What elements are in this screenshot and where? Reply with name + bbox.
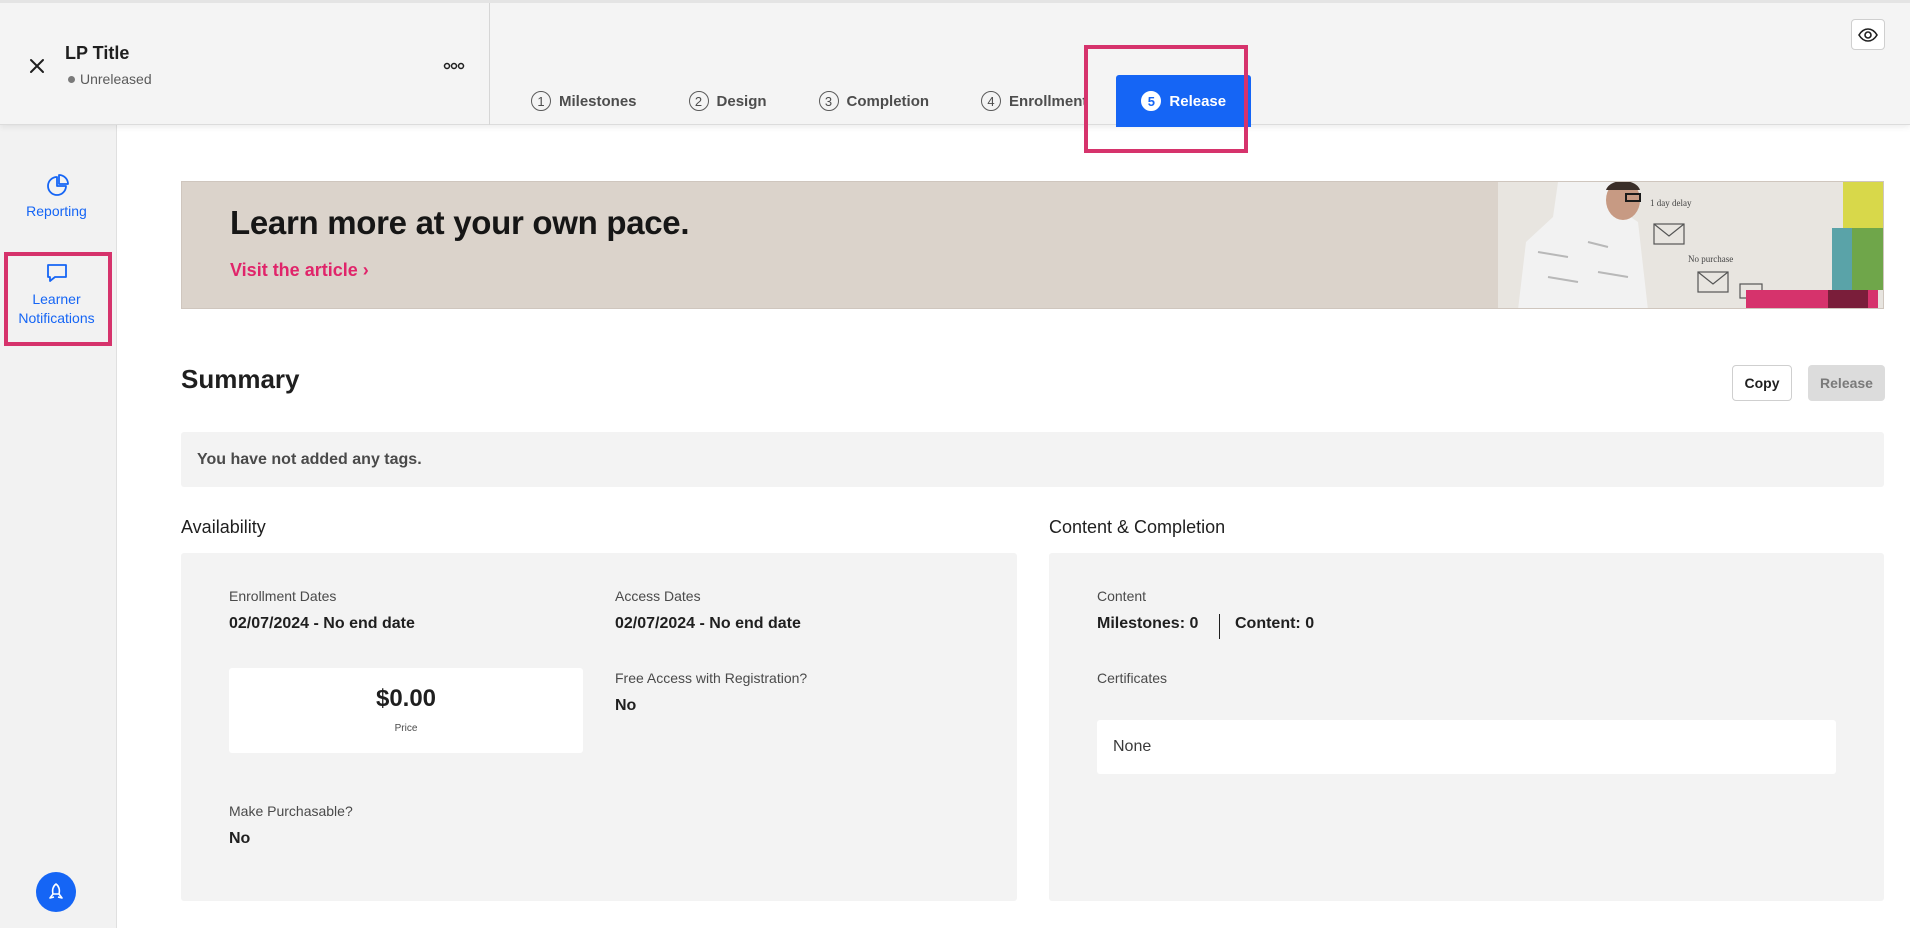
sidebar: Reporting Learner Notifications xyxy=(0,125,117,928)
copy-button[interactable]: Copy xyxy=(1732,365,1792,401)
content-completion-heading: Content & Completion xyxy=(1049,517,1226,537)
status-indicator: Unreleased xyxy=(68,71,152,87)
sidebar-item-label: Reporting xyxy=(26,203,87,219)
page-title: LP Title xyxy=(65,43,130,63)
enrollment-dates-label: Enrollment Dates xyxy=(229,588,337,604)
make-purchasable-value: No xyxy=(229,830,251,847)
content-count: Content: 0 xyxy=(1235,615,1315,632)
help-launcher-button[interactable] xyxy=(36,872,76,912)
banner-headline: Learn more at your own pace. xyxy=(230,204,690,241)
price-label: Price xyxy=(394,723,418,734)
top-header: LP Title Unreleased 1 Milestones 2 Desig… xyxy=(0,0,1910,127)
certificates-value: None xyxy=(1097,720,1836,774)
more-options-button[interactable] xyxy=(443,59,465,71)
step-number-5: 5 xyxy=(1141,91,1162,111)
banner-illustration: 1 day delay No purchase xyxy=(1498,182,1883,308)
step-tabs: 1 Milestones 2 Design 3 Completion 4 Enr… xyxy=(530,75,1301,127)
visit-article-link[interactable]: Visit the article › xyxy=(230,260,369,281)
enrollment-dates-value: 02/07/2024 - No end date xyxy=(229,615,415,632)
rocket-icon xyxy=(49,883,63,899)
status-text: Unreleased xyxy=(80,71,152,87)
tab-label: Milestones xyxy=(559,92,637,110)
tags-message: You have not added any tags. xyxy=(181,432,1884,487)
tab-label: Design xyxy=(716,92,767,110)
milestones-count: Milestones: 0 xyxy=(1097,615,1199,632)
tab-label: Completion xyxy=(846,92,930,110)
tab-label: Release xyxy=(1169,92,1227,110)
sidebar-item-label-line2: Notifications xyxy=(18,310,95,326)
step-number-4: 4 xyxy=(981,91,1002,111)
promo-banner: Learn more at your own pace. Visit the a… xyxy=(181,181,1884,309)
step-number-2: 2 xyxy=(688,91,709,111)
release-button[interactable]: Release xyxy=(1808,365,1885,401)
pie-chart-icon xyxy=(46,174,69,196)
eye-icon xyxy=(1858,27,1878,42)
free-access-label: Free Access with Registration? xyxy=(615,670,808,686)
status-dot-icon xyxy=(68,75,75,83)
chat-bubble-icon xyxy=(46,264,67,282)
tab-label: Enrollment xyxy=(1009,92,1088,110)
tab-enrollment[interactable]: 4 Enrollment xyxy=(980,75,1088,127)
sidebar-item-label-line1: Learner xyxy=(32,291,81,307)
make-purchasable-label: Make Purchasable? xyxy=(229,803,353,819)
tab-design[interactable]: 2 Design xyxy=(688,75,768,127)
step-number-3: 3 xyxy=(818,91,839,111)
step-number-1: 1 xyxy=(531,91,551,111)
free-access-value: No xyxy=(615,697,637,714)
access-dates-label: Access Dates xyxy=(615,588,701,604)
sidebar-item-reporting[interactable]: Reporting xyxy=(0,173,113,219)
tab-release[interactable]: 5 Release xyxy=(1116,75,1252,127)
content-completion-panel: Content Milestones: 0 Content: 0 Certifi… xyxy=(1049,553,1884,901)
content-divider xyxy=(1219,614,1220,639)
tab-completion[interactable]: 3 Completion xyxy=(818,75,931,127)
certificates-label: Certificates xyxy=(1097,670,1168,686)
price-card: $0.00 Price xyxy=(229,668,583,753)
svg-text:1 day delay: 1 day delay xyxy=(1650,198,1692,208)
more-icon xyxy=(443,62,465,70)
sidebar-item-learner-notifications[interactable]: Learner Notifications xyxy=(0,260,113,328)
close-icon xyxy=(30,59,44,73)
preview-button[interactable] xyxy=(1851,19,1885,50)
availability-heading: Availability xyxy=(181,517,266,537)
price-value: $0.00 xyxy=(375,685,437,712)
summary-title: Summary xyxy=(181,364,300,394)
tab-milestones[interactable]: 1 Milestones xyxy=(530,75,638,127)
close-button[interactable] xyxy=(26,55,48,77)
title-block: LP Title Unreleased xyxy=(0,3,490,125)
svg-text:No purchase: No purchase xyxy=(1688,254,1733,264)
availability-panel: Enrollment Dates 02/07/2024 - No end dat… xyxy=(181,553,1017,901)
content-label: Content xyxy=(1097,588,1147,604)
access-dates-value: 02/07/2024 - No end date xyxy=(615,615,801,632)
